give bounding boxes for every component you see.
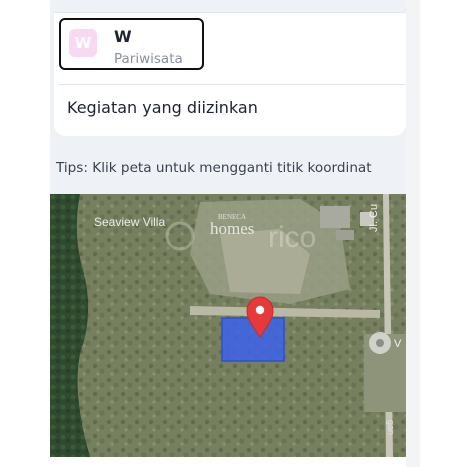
category-title: W [114, 27, 132, 46]
road-label-bottom: gan [386, 420, 396, 435]
permitted-activities-item[interactable]: Kegiatan yang diizinkan [67, 98, 258, 117]
zoning-card: W W Pariwisata Kegiatan yang diizinkan [54, 12, 406, 136]
building [320, 206, 350, 228]
watermark-suffix: rico [268, 221, 316, 254]
app-screen: W W Pariwisata Kegiatan yang diizinkan T… [50, 0, 406, 467]
bottom-strip [50, 457, 406, 467]
map-tips-text: Tips: Klik peta untuk mengganti titik ko… [56, 160, 372, 176]
villa-label: Seaview Villa [94, 215, 165, 229]
card-divider [58, 84, 406, 85]
zoning-category-item[interactable]: W W Pariwisata [59, 18, 204, 70]
right-gutter [406, 0, 420, 467]
card-top-border [54, 12, 406, 13]
satellite-map[interactable]: V Seaview Villa Jl. Cu gan BENECA homes … [50, 194, 406, 457]
poi-label: V [394, 338, 402, 350]
road-label: Jl. Cu [368, 204, 380, 232]
watermark-brand: homes [210, 219, 254, 238]
category-subtitle: Pariwisata [114, 51, 183, 67]
category-avatar: W [69, 29, 97, 57]
map-imagery: V Seaview Villa Jl. Cu gan BENECA homes … [50, 194, 406, 457]
